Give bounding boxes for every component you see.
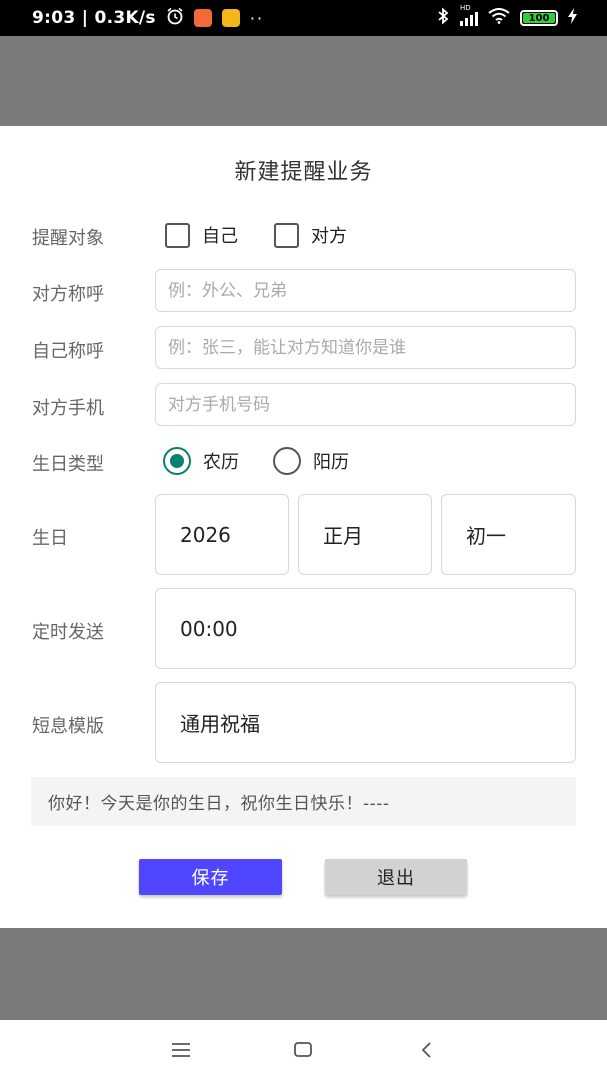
send-time-label: 定时发送 xyxy=(32,622,104,643)
battery-icon: 100 xyxy=(520,10,558,26)
birthday-day-value: 初一 xyxy=(466,524,506,548)
lunar-label: 农历 xyxy=(203,452,239,473)
back-icon[interactable] xyxy=(406,1035,446,1065)
status-time: 9:03 | 0.3K/s xyxy=(32,8,156,28)
target-other-label: 对方 xyxy=(311,226,347,247)
target-other-checkbox[interactable]: 对方 xyxy=(274,222,347,248)
birthday-day-picker[interactable]: 初一 xyxy=(441,494,576,575)
lunar-radio[interactable]: 农历 xyxy=(163,447,239,475)
template-label: 短息模版 xyxy=(32,716,104,737)
status-bar-left: 9:03 | 0.3K/s ·· xyxy=(32,7,264,30)
charging-icon xyxy=(568,8,577,28)
target-self-checkbox[interactable]: 自己 xyxy=(165,222,238,248)
dialog-title: 新建提醒业务 xyxy=(234,160,373,185)
new-reminder-dialog: 新建提醒业务 提醒对象 自己 对方 对方称呼 自己称呼 对方手机 生日类型 农历… xyxy=(0,126,607,928)
target-label: 提醒对象 xyxy=(32,228,104,249)
target-self-label: 自己 xyxy=(202,226,238,247)
radio-unselected-icon[interactable] xyxy=(273,447,301,475)
navigation-bar xyxy=(0,1020,607,1080)
checkbox-box[interactable] xyxy=(274,222,299,248)
self-name-label: 自己称呼 xyxy=(32,341,104,362)
birthday-year-picker[interactable]: 2026 xyxy=(155,494,289,575)
other-name-input[interactable] xyxy=(155,269,576,312)
status-bar-right: HD 100 xyxy=(436,4,577,29)
send-time-value: 00:00 xyxy=(180,616,238,641)
save-button[interactable]: 保存 xyxy=(139,859,282,895)
alarm-icon xyxy=(166,7,184,30)
exit-button[interactable]: 退出 xyxy=(325,859,467,895)
signal-icon: HD xyxy=(460,4,478,26)
radio-selected-icon[interactable] xyxy=(163,447,191,475)
other-phone-label: 对方手机 xyxy=(32,398,104,419)
birthday-type-label: 生日类型 xyxy=(32,454,104,475)
birthday-year-value: 2026 xyxy=(180,522,231,547)
send-time-picker[interactable]: 00:00 xyxy=(155,588,576,669)
more-notifications-icon: ·· xyxy=(249,8,265,28)
bluetooth-icon xyxy=(436,7,450,29)
other-phone-input[interactable] xyxy=(155,383,576,426)
solar-radio[interactable]: 阳历 xyxy=(273,447,349,475)
message-notification-icon xyxy=(221,9,240,27)
self-name-input[interactable] xyxy=(155,326,576,369)
message-preview: 你好！今天是你的生日，祝你生日快乐！---- xyxy=(31,777,576,826)
birthday-month-value: 正月 xyxy=(323,524,363,548)
birthday-month-picker[interactable]: 正月 xyxy=(298,494,432,575)
other-name-label: 对方称呼 xyxy=(32,284,104,305)
checkbox-box[interactable] xyxy=(165,222,190,248)
status-bar: 9:03 | 0.3K/s ·· HD 100 xyxy=(0,0,607,36)
menu-icon[interactable] xyxy=(161,1035,201,1065)
wifi-icon xyxy=(488,8,510,28)
template-value: 通用祝福 xyxy=(180,712,260,736)
home-icon[interactable] xyxy=(283,1035,323,1065)
template-picker[interactable]: 通用祝福 xyxy=(155,682,576,763)
birthday-label: 生日 xyxy=(32,528,68,549)
solar-label: 阳历 xyxy=(313,452,349,473)
app-notification-icon xyxy=(193,9,212,27)
hd-label: HD xyxy=(460,4,471,12)
